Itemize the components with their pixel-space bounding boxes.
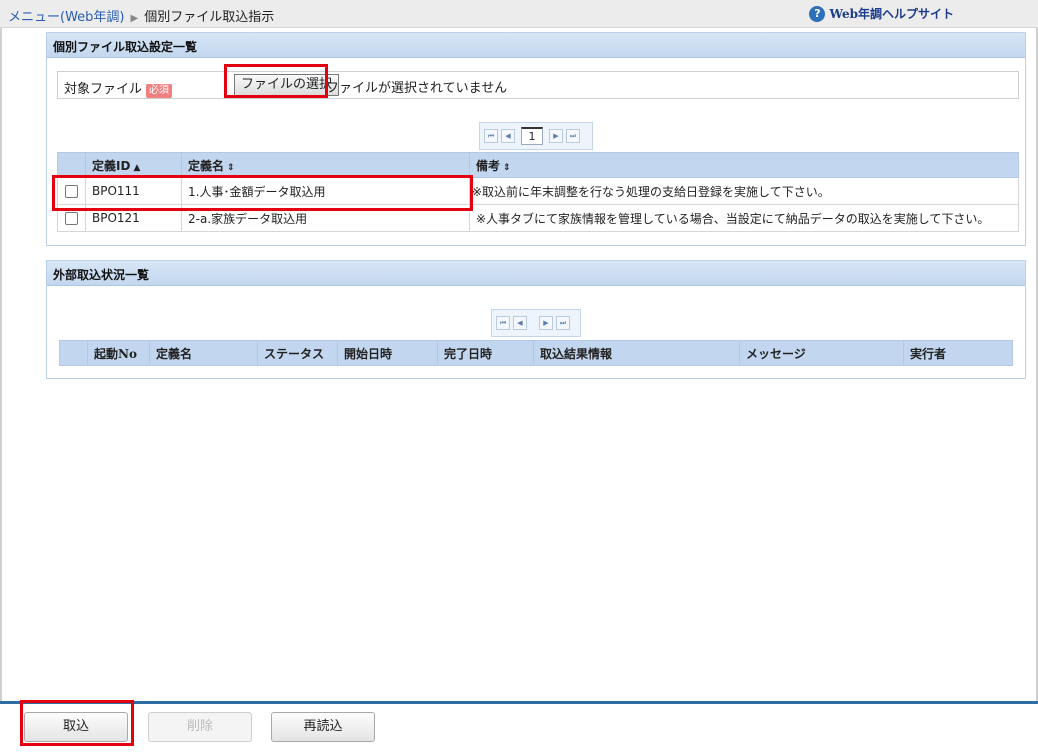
status-panel: 外部取込状況一覧 ⏮ ◀ ▶ ⏭ 起動No 定義名 ステータス 開始日時 完了日… bbox=[46, 260, 1026, 379]
row-checkbox-cell bbox=[57, 177, 86, 205]
settings-panel: 個別ファイル取込設定一覧 対象ファイル 必須 ファイルの選択 ファイルが選択されて… bbox=[46, 32, 1026, 246]
next-page-icon[interactable]: ▶ bbox=[549, 129, 563, 143]
required-badge: 必須 bbox=[146, 84, 173, 98]
next-page-icon[interactable]: ▶ bbox=[539, 316, 553, 330]
settings-table: 定義ID ▲ 定義名 ⇕ 備考 ⇕ BPO111 1.人事･金額データ取込用 ※取込前… bbox=[57, 152, 1019, 232]
sort-asc-icon: ▲ bbox=[133, 162, 141, 173]
breadcrumb-separator-icon: ▶ bbox=[130, 13, 139, 24]
select-column-header bbox=[57, 152, 86, 178]
row-id: BPO111 bbox=[85, 177, 182, 205]
row-note: ※人事タブにて家族情報を管理している場合、当設定にて納品データの取込を実施して下… bbox=[469, 204, 1019, 232]
first-page-icon[interactable]: ⏮ bbox=[496, 316, 510, 330]
column-header-result-info: 取込結果情報 bbox=[533, 340, 740, 366]
column-header-executor: 実行者 bbox=[903, 340, 1013, 366]
status-table-header: 起動No 定義名 ステータス 開始日時 完了日時 取込結果情報 メッセージ 実行… bbox=[59, 340, 1013, 366]
row-id: BPO121 bbox=[85, 204, 182, 232]
row-checkbox[interactable] bbox=[65, 212, 78, 225]
first-page-icon[interactable]: ⏮ bbox=[484, 129, 498, 143]
column-header-id[interactable]: 定義ID ▲ bbox=[85, 152, 182, 178]
help-site-label: Web年調ヘルプサイト bbox=[829, 7, 954, 21]
row-name: 1.人事･金額データ取込用 bbox=[181, 177, 470, 205]
breadcrumb-menu-link[interactable]: メニュー(Web年調) bbox=[8, 10, 125, 25]
settings-pager: ⏮ ◀ 1 ▶ ⏭ bbox=[479, 122, 593, 150]
breadcrumb: メニュー(Web年調) ▶ 個別ファイル取込指示 bbox=[8, 6, 274, 25]
help-site-link[interactable]: ? Web年調ヘルプサイト bbox=[809, 5, 954, 22]
status-pager: ⏮ ◀ ▶ ⏭ bbox=[491, 309, 581, 337]
sort-both-icon: ⇕ bbox=[503, 162, 511, 173]
column-header-def-name: 定義名 bbox=[149, 340, 258, 366]
table-row[interactable]: BPO111 1.人事･金額データ取込用 ※取込前に年末調整を行なう処理の支給日… bbox=[57, 177, 1019, 205]
table-row[interactable]: BPO121 2-a.家族データ取込用 ※人事タブにて家族情報を管理している場合… bbox=[57, 204, 1019, 232]
settings-table-header: 定義ID ▲ 定義名 ⇕ 備考 ⇕ bbox=[57, 152, 1019, 178]
sort-both-icon: ⇕ bbox=[227, 162, 235, 173]
column-header-run-no: 起動No bbox=[87, 340, 150, 366]
column-header-start-time: 開始日時 bbox=[337, 340, 438, 366]
last-page-icon[interactable]: ⏭ bbox=[566, 129, 580, 143]
target-file-label: 対象ファイル 必須 bbox=[64, 78, 173, 98]
delete-button[interactable]: 削除 bbox=[148, 712, 252, 742]
status-select-column-header bbox=[59, 340, 88, 366]
row-note: ※取込前に年末調整を行なう処理の支給日登録を実施して下さい。 bbox=[469, 177, 1019, 205]
file-status-text: ファイルが選択されていません bbox=[326, 81, 508, 96]
bottom-action-bar: 取込 削除 再読込 bbox=[0, 701, 1038, 752]
settings-panel-title: 個別ファイル取込設定一覧 bbox=[47, 33, 1025, 58]
row-checkbox-cell bbox=[57, 204, 86, 232]
column-header-end-time: 完了日時 bbox=[437, 340, 534, 366]
row-name: 2-a.家族データ取込用 bbox=[181, 204, 470, 232]
column-header-note[interactable]: 備考 ⇕ bbox=[469, 152, 1019, 178]
prev-page-icon[interactable]: ◀ bbox=[501, 129, 515, 143]
last-page-icon[interactable]: ⏭ bbox=[556, 316, 570, 330]
choose-file-button[interactable]: ファイルの選択 bbox=[234, 74, 340, 96]
prev-page-icon[interactable]: ◀ bbox=[513, 316, 527, 330]
breadcrumb-current: 個別ファイル取込指示 bbox=[144, 10, 275, 25]
page-number-input[interactable]: 1 bbox=[521, 127, 543, 145]
row-checkbox[interactable] bbox=[65, 185, 78, 198]
target-file-row: 対象ファイル 必須 ファイルの選択 ファイルが選択されていません bbox=[57, 71, 1019, 99]
import-button[interactable]: 取込 bbox=[24, 712, 128, 742]
column-header-status: ステータス bbox=[257, 340, 338, 366]
status-panel-title: 外部取込状況一覧 bbox=[47, 261, 1025, 286]
top-bar: メニュー(Web年調) ▶ 個別ファイル取込指示 ? Web年調ヘルプサイト bbox=[0, 0, 1038, 28]
question-icon: ? bbox=[809, 5, 826, 22]
reload-button[interactable]: 再読込 bbox=[271, 712, 375, 742]
status-table: 起動No 定義名 ステータス 開始日時 完了日時 取込結果情報 メッセージ 実行… bbox=[59, 340, 1013, 366]
column-header-message: メッセージ bbox=[739, 340, 904, 366]
column-header-name[interactable]: 定義名 ⇕ bbox=[181, 152, 470, 178]
